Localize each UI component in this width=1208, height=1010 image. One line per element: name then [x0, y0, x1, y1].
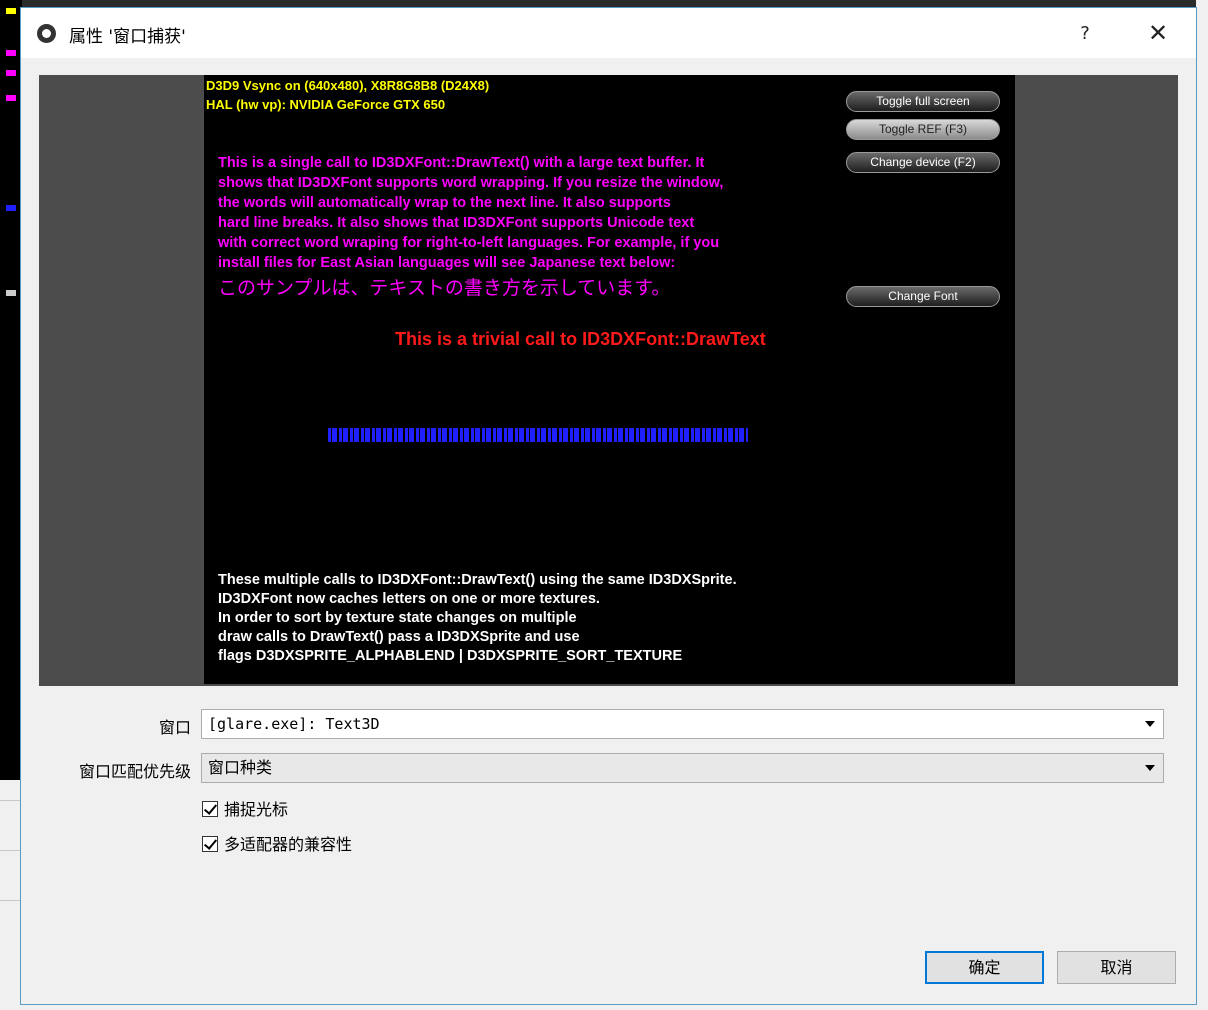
priority-label: 窗口匹配优先级: [78, 762, 191, 781]
capture-cursor-label: 捕捉光标: [224, 800, 289, 819]
cancel-button[interactable]: 取消: [1057, 951, 1176, 984]
window-label: 窗口: [158, 718, 191, 737]
text-line: hard line breaks. It also shows that ID3…: [218, 215, 695, 231]
change-device-button: Change device (F2): [846, 152, 1000, 173]
background-mark: [6, 8, 16, 14]
blue-garbled-text: [328, 428, 748, 442]
text-line: install files for East Asian languages w…: [218, 255, 676, 271]
obs-logo-icon: [37, 24, 56, 43]
window-select-value: [glare.exe]: Text3D: [208, 715, 380, 733]
checkbox-checked-icon: [202, 836, 218, 852]
text-line: shows that ID3DXFont supports word wrapp…: [218, 175, 724, 191]
chevron-down-icon: [1145, 765, 1155, 771]
close-button[interactable]: ✕: [1135, 18, 1181, 48]
toggle-full-screen-button: Toggle full screen: [846, 91, 1000, 112]
capture-preview: D3D9 Vsync on (640x480), X8R8G8B8 (D24X8…: [39, 75, 1178, 686]
text-line: with correct word wraping for right-to-l…: [218, 235, 720, 251]
pink-paragraph: This is a single call to ID3DXFont::Draw…: [218, 153, 838, 273]
chevron-down-icon: [1145, 721, 1155, 727]
white-paragraph: These multiple calls to ID3DXFont::DrawT…: [218, 571, 737, 666]
background-mark: [6, 70, 16, 76]
hud-line: HAL (hw vp): NVIDIA GeForce GTX 650: [206, 97, 446, 112]
toggle-ref-button: Toggle REF (F3): [846, 119, 1000, 140]
title-bar: 属性 '窗口捕获' ? ✕: [21, 8, 1196, 58]
text-line: ID3DXFont now caches letters on one or m…: [218, 591, 600, 607]
multi-adapter-label: 多适配器的兼容性: [224, 835, 353, 854]
checkbox-checked-icon: [202, 801, 218, 817]
change-font-button: Change Font: [846, 286, 1000, 307]
text-line: This is a single call to ID3DXFont::Draw…: [218, 155, 705, 171]
window-select[interactable]: [glare.exe]: Text3D: [201, 709, 1164, 739]
text-line: draw calls to DrawText() pass a ID3DXSpr…: [218, 629, 580, 645]
red-text: This is a trivial call to ID3DXFont::Dra…: [395, 329, 766, 349]
background-mark: [6, 205, 16, 211]
hud-line: D3D9 Vsync on (640x480), X8R8G8B8 (D24X8…: [206, 78, 490, 93]
text-line: These multiple calls to ID3DXFont::DrawT…: [218, 572, 737, 588]
background-mark: [6, 50, 16, 56]
japanese-text: このサンプルは、テキストの書き方を示しています。: [218, 277, 671, 299]
text-line: flags D3DXSPRITE_ALPHABLEND | D3DXSPRITE…: [218, 648, 683, 664]
multi-adapter-checkbox[interactable]: 多适配器的兼容性: [202, 831, 352, 855]
captured-window-screen: D3D9 Vsync on (640x480), X8R8G8B8 (D24X8…: [204, 75, 1015, 684]
background-mark: [6, 95, 16, 101]
text-line: In order to sort by texture state change…: [218, 610, 577, 626]
properties-dialog: 属性 '窗口捕获' ? ✕ D3D9 Vsync on (640x480), X…: [20, 7, 1197, 1005]
ok-button[interactable]: 确定: [925, 951, 1044, 984]
background-app-strip: [0, 0, 22, 780]
capture-cursor-checkbox[interactable]: 捕捉光标: [202, 796, 288, 820]
help-button[interactable]: ?: [1065, 20, 1105, 48]
priority-select-value: 窗口种类: [208, 758, 273, 777]
priority-select[interactable]: 窗口种类: [201, 753, 1164, 783]
dialog-title: 属性 '窗口捕获': [69, 27, 186, 47]
background-app-edge: [1196, 0, 1208, 1010]
text-line: the words will automatically wrap to the…: [218, 195, 671, 211]
background-mark: [6, 290, 16, 296]
